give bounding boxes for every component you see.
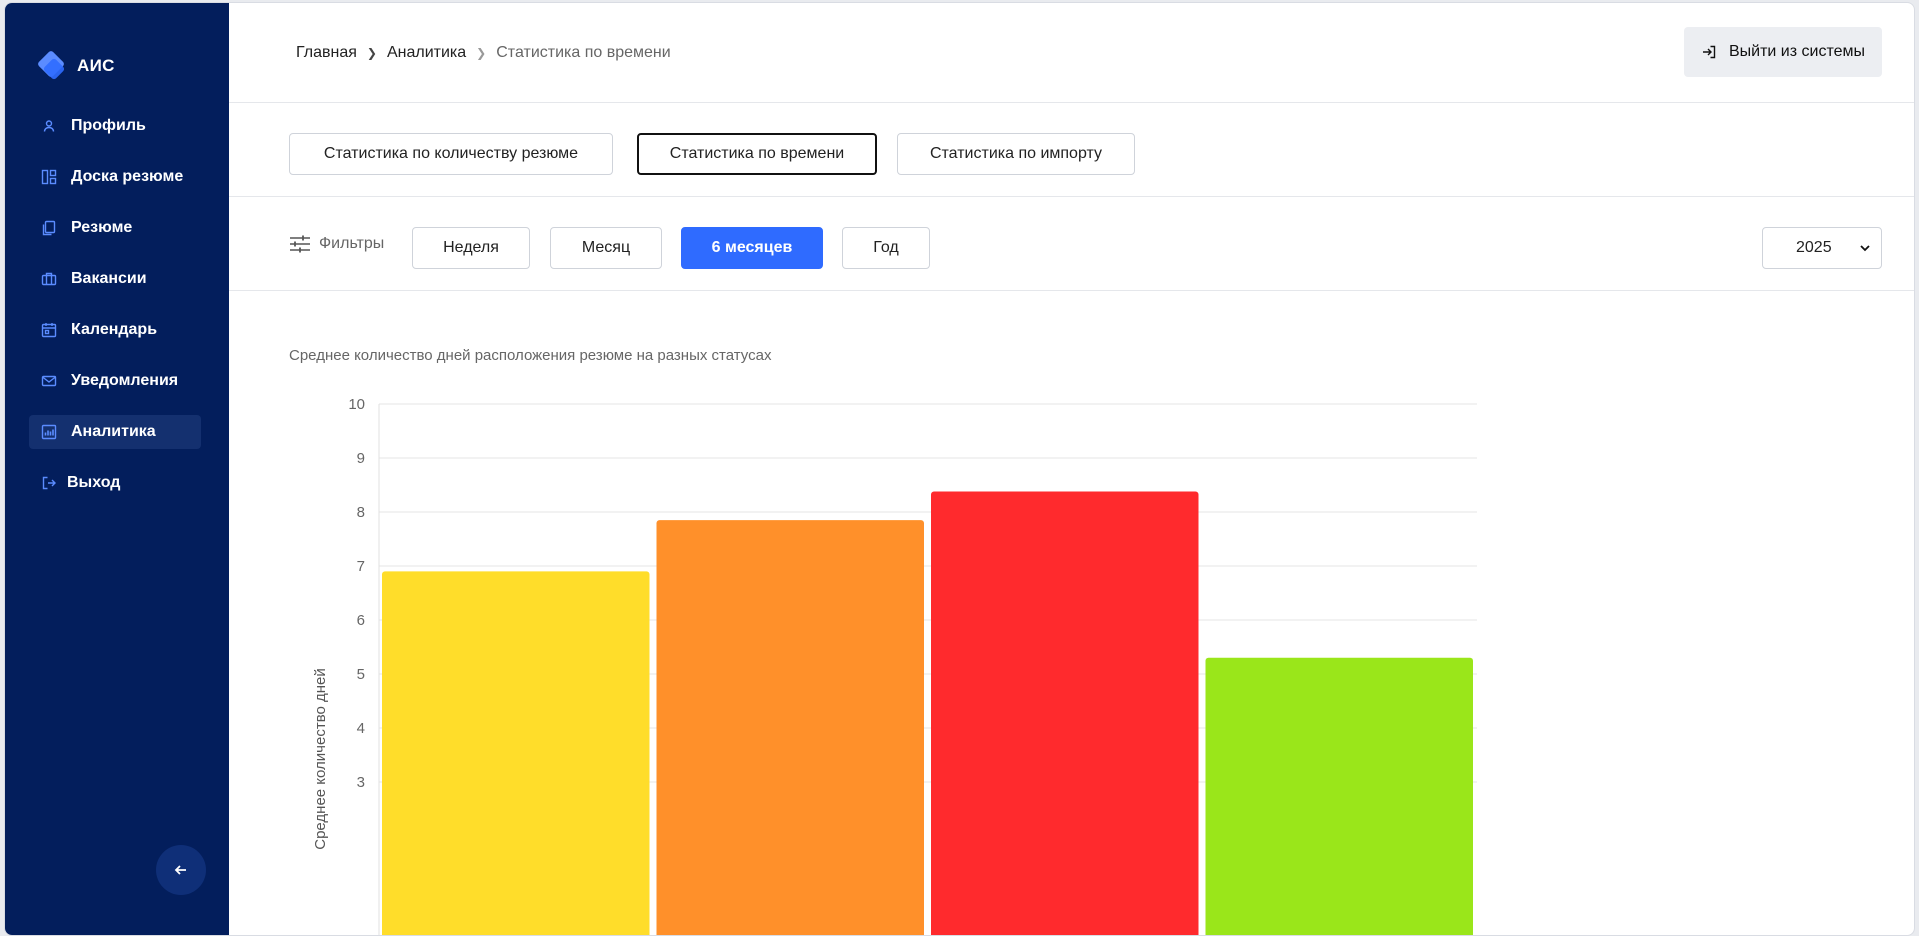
y-tick-label: 3 [357, 774, 365, 791]
year-select[interactable]: 2025 [1762, 227, 1882, 269]
sidebar-item-resume[interactable]: Резюме [29, 211, 201, 245]
brand[interactable]: АИС [36, 49, 115, 81]
filters-label-text: Фильтры [319, 235, 385, 252]
sidebar-item-calendar[interactable]: Календарь [29, 313, 201, 347]
sidebar-item-label: Календарь [71, 321, 158, 338]
logout-icon [41, 475, 57, 491]
stats-tabs: Статистика по количеству резюме Статисти… [229, 103, 1914, 197]
sidebar-item-board[interactable]: Доска резюме [29, 160, 201, 194]
y-tick-label: 6 [357, 612, 365, 629]
sidebar-item-label: Профиль [71, 117, 146, 134]
mail-icon [41, 373, 57, 389]
sidebar-item-label: Выход [67, 474, 121, 491]
chart-container: Среднее количество дней расположения рез… [229, 291, 1914, 936]
filters-label[interactable]: Фильтры [289, 233, 384, 255]
tab-import-stats[interactable]: Статистика по импорту [897, 133, 1135, 175]
sidebar-item-profile[interactable]: Профиль [29, 109, 201, 143]
logout-button-label: Выйти из системы [1728, 43, 1866, 60]
tab-time-stats[interactable]: Статистика по времени [637, 133, 877, 175]
sidebar-item-label: Вакансии [71, 270, 147, 287]
bar[interactable] [656, 520, 925, 936]
bar[interactable] [931, 491, 1199, 936]
calendar-icon [41, 322, 57, 338]
sidebar-item-label: Резюме [71, 219, 133, 236]
arrow-left-icon [174, 865, 186, 875]
document-icon [41, 220, 57, 236]
y-tick-label: 10 [348, 396, 365, 413]
y-tick-label: 5 [357, 666, 365, 683]
sidebar: АИС Профиль Доска резюме Резюме Вакансии… [5, 3, 229, 935]
y-axis-label: Среднее количество дней [312, 668, 329, 850]
y-tick-label: 4 [357, 720, 365, 737]
breadcrumb-home[interactable]: Главная [296, 44, 357, 62]
sidebar-item-vacancies[interactable]: Вакансии [29, 262, 201, 296]
sidebar-item-label: Аналитика [71, 423, 156, 440]
logo-icon [36, 49, 66, 81]
bar[interactable] [1205, 657, 1474, 936]
sidebar-nav: Профиль Доска резюме Резюме Вакансии Кал… [29, 109, 201, 517]
app-name: АИС [77, 56, 115, 75]
board-icon [41, 169, 57, 185]
app-window: АИС Профиль Доска резюме Резюме Вакансии… [4, 2, 1915, 936]
breadcrumb: Главная ❯ Аналитика ❯ Статистика по врем… [296, 44, 671, 62]
y-tick-label: 7 [357, 558, 365, 575]
chevron-right-icon: ❯ [366, 46, 377, 60]
topbar: Главная ❯ Аналитика ❯ Статистика по врем… [229, 3, 1914, 103]
y-tick-label: 9 [357, 450, 365, 467]
year-select-value: 2025 [1796, 239, 1832, 256]
period-6months-button[interactable]: 6 месяцев [681, 227, 823, 269]
filters-bar: Фильтры Неделя Месяц 6 месяцев Год 2025 [229, 197, 1914, 291]
briefcase-icon [41, 271, 57, 287]
period-month-button[interactable]: Месяц [550, 227, 662, 269]
breadcrumb-analytics[interactable]: Аналитика [387, 44, 466, 62]
user-icon [41, 118, 57, 134]
chevron-down-icon [1860, 245, 1870, 252]
bar[interactable] [382, 571, 650, 936]
bar-chart: 10 9 8 7 6 5 4 3 Среднее количество дней [312, 396, 1477, 936]
y-tick-label: 8 [357, 504, 365, 521]
period-year-button[interactable]: Год [842, 227, 930, 269]
chevron-right-icon: ❯ [476, 46, 487, 60]
tab-count-stats[interactable]: Статистика по количеству резюме [289, 133, 613, 175]
breadcrumb-current: Статистика по времени [496, 44, 671, 61]
collapse-sidebar-button[interactable] [156, 845, 206, 895]
login-icon [1702, 45, 1716, 59]
chart-icon [41, 424, 57, 440]
period-week-button[interactable]: Неделя [412, 227, 530, 269]
sliders-icon [290, 235, 310, 253]
sidebar-item-label: Уведомления [71, 372, 179, 389]
sidebar-item-notifications[interactable]: Уведомления [29, 364, 201, 398]
sidebar-item-logout[interactable]: Выход [29, 466, 201, 500]
main-content: Главная ❯ Аналитика ❯ Статистика по врем… [229, 3, 1914, 935]
sidebar-item-label: Доска резюме [71, 168, 184, 185]
sidebar-item-analytics[interactable]: Аналитика [29, 415, 201, 449]
logout-button[interactable]: Выйти из системы [1684, 27, 1882, 77]
